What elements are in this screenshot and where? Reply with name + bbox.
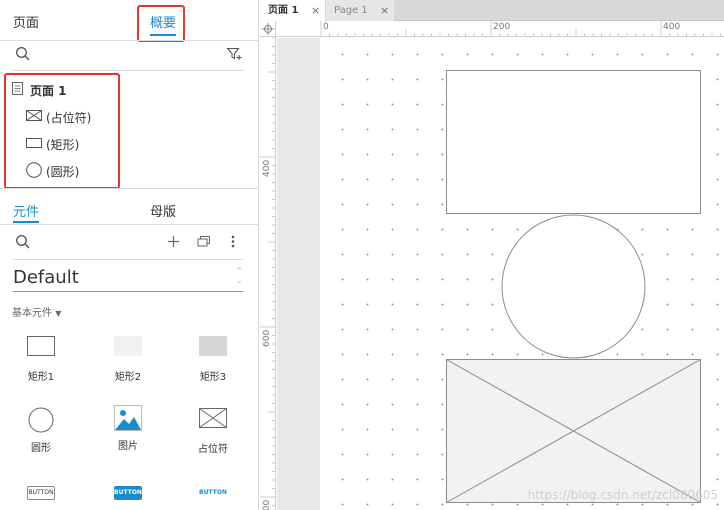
category-label: 基本元件 xyxy=(12,308,52,319)
tab-widgets[interactable]: 元件 xyxy=(13,201,40,223)
tab-masters[interactable]: 母版 xyxy=(150,201,176,220)
ruler-label: 0 xyxy=(323,22,329,32)
category-toggle[interactable]: 基本元件 ▼ xyxy=(12,304,61,319)
panel-tabs: 页面 概要 xyxy=(0,0,258,42)
divider xyxy=(12,259,244,260)
ruler-label: 200 xyxy=(493,22,511,32)
search-icon[interactable] xyxy=(15,46,31,65)
canvas-offscreen-area xyxy=(277,38,320,510)
placeholder-thumbnail-icon xyxy=(199,408,227,431)
widget-label: 矩形1 xyxy=(27,372,55,383)
canvas-shapes xyxy=(446,70,701,503)
add-icon[interactable] xyxy=(167,235,180,251)
watermark: https://blog.csdn.net/zcl080605 xyxy=(527,488,718,502)
widget-circle[interactable]: 圆形 xyxy=(1,407,81,469)
caret-down-icon: ▼ xyxy=(55,309,62,318)
circle-thumbnail-icon xyxy=(28,407,54,436)
divider xyxy=(12,70,244,71)
ruler-origin[interactable] xyxy=(260,21,276,37)
highlight-outline-tree xyxy=(4,73,120,189)
vertical-ruler[interactable]: 400 600 800 xyxy=(260,37,276,510)
widget-label: 圆形 xyxy=(31,443,51,454)
editor-area: 页面 1 × Page 1 × 0 200 400 400 600 800 ht… xyxy=(260,0,724,510)
more-icon[interactable] xyxy=(231,235,235,251)
widget-image[interactable]: 图片 xyxy=(88,405,168,467)
doc-tab-page-1-en[interactable]: Page 1 × xyxy=(326,0,394,21)
document-tabs: 页面 1 × Page 1 × xyxy=(260,0,724,21)
close-icon[interactable]: × xyxy=(380,0,389,21)
tab-pages-label: 页面 xyxy=(13,16,40,31)
tab-pages[interactable]: 页面 xyxy=(13,12,39,31)
rectangle-thumbnail-icon xyxy=(114,336,142,359)
rectangle-shape[interactable] xyxy=(446,70,701,214)
filter-icon[interactable] xyxy=(226,46,243,65)
left-panel: 页面 概要 页面 1 (占位符) (矩形) (圆形) 元件 母版 Default… xyxy=(0,0,259,510)
widget-button-link[interactable]: BUTTON xyxy=(173,486,253,506)
divider xyxy=(0,40,258,41)
library-select[interactable]: Default ⌃ ⌄ xyxy=(13,264,243,292)
ruler-label: 800 xyxy=(262,499,272,510)
image-thumbnail-icon xyxy=(114,405,142,434)
ruler-label: 400 xyxy=(262,159,272,177)
button-thumbnail: BUTTON xyxy=(114,486,142,500)
close-icon[interactable]: × xyxy=(311,0,320,21)
library-manage-icon[interactable] xyxy=(197,235,211,251)
widget-rectangle-1[interactable]: 矩形1 xyxy=(1,336,81,398)
placeholder-shape[interactable] xyxy=(446,359,701,503)
widget-label: 矩形2 xyxy=(114,372,142,383)
widget-rectangle-3[interactable]: 矩形3 xyxy=(173,336,253,398)
widget-placeholder[interactable]: 占位符 xyxy=(173,408,253,470)
tab-widgets-underline xyxy=(13,221,40,223)
rectangle-thumbnail-icon xyxy=(27,336,55,359)
search-icon[interactable] xyxy=(15,234,31,253)
widget-rectangle-2[interactable]: 矩形2 xyxy=(88,336,168,398)
widget-button-default[interactable]: BUTTON xyxy=(1,486,81,506)
chevron-updown-icon: ⌃ ⌄ xyxy=(235,267,243,286)
widget-label: 矩形3 xyxy=(199,372,227,383)
doc-tab-label: Page 1 xyxy=(334,5,368,16)
button-thumbnail: BUTTON xyxy=(199,489,227,496)
button-thumbnail: BUTTON xyxy=(27,486,55,500)
library-toolbar xyxy=(0,232,258,258)
ruler-label: 400 xyxy=(663,22,681,32)
outline-search-row xyxy=(0,42,258,68)
divider xyxy=(0,188,258,189)
widget-button-primary[interactable]: BUTTON xyxy=(88,486,168,506)
library-selected-label: Default xyxy=(13,267,79,288)
crosshair-icon xyxy=(262,23,274,35)
design-canvas[interactable]: https://blog.csdn.net/zcl080605 xyxy=(320,38,724,510)
ruler-ticks xyxy=(260,37,275,506)
circle-shape[interactable] xyxy=(501,214,646,359)
divider xyxy=(0,224,258,225)
highlight-outline-tab xyxy=(137,5,185,42)
widget-label: 占位符 xyxy=(198,444,228,455)
rectangle-thumbnail-icon xyxy=(199,336,227,359)
horizontal-ruler[interactable]: 0 200 400 xyxy=(276,21,724,37)
doc-tab-page-1[interactable]: 页面 1 × xyxy=(260,0,325,21)
tab-widgets-label: 元件 xyxy=(13,205,40,220)
widget-label: 图片 xyxy=(118,441,138,452)
doc-tab-label: 页面 1 xyxy=(268,5,299,16)
tab-masters-label: 母版 xyxy=(150,205,177,220)
ruler-label: 600 xyxy=(262,329,272,347)
